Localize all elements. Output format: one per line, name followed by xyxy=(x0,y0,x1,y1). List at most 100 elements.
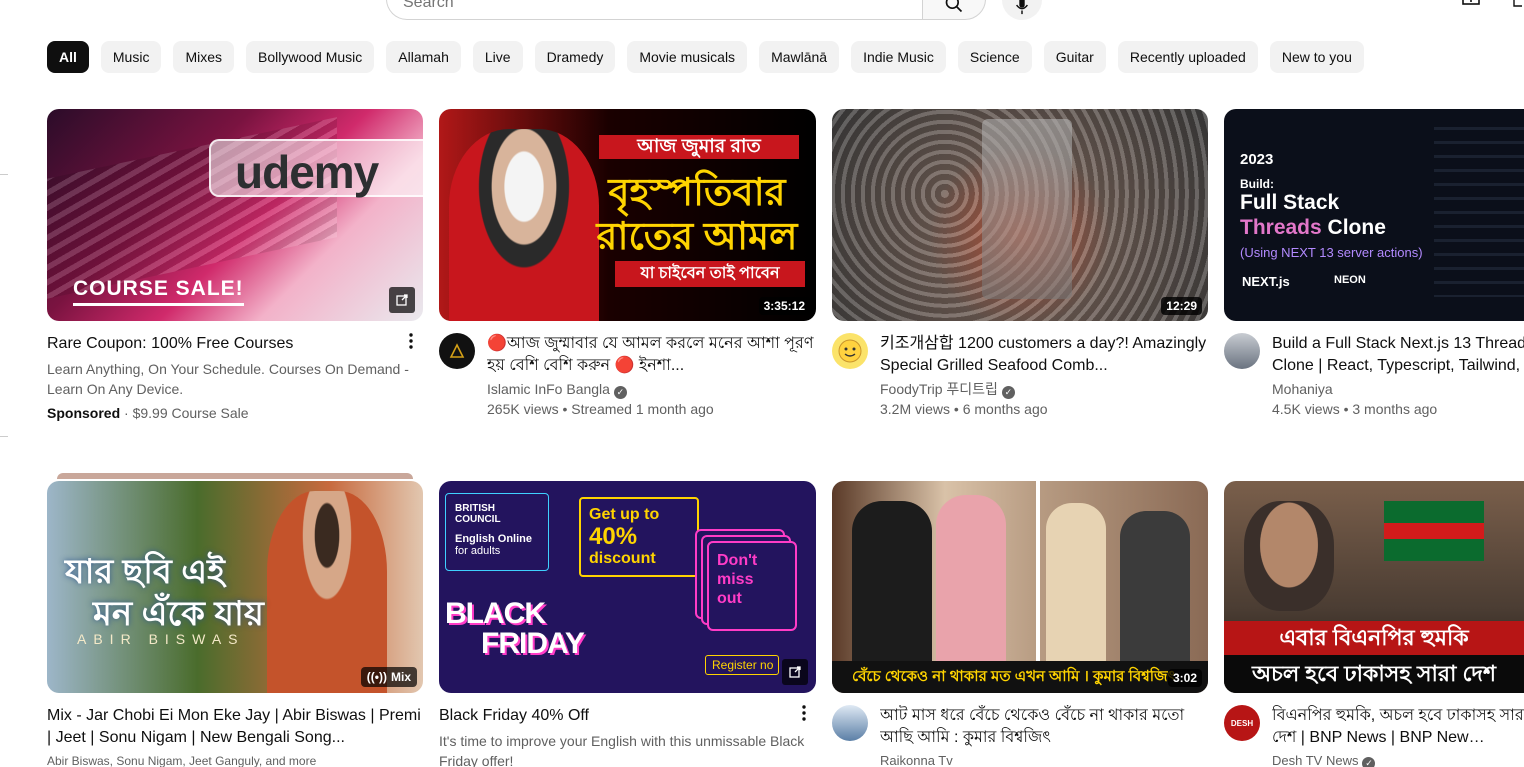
thumb-caption: আজ জুমার রাত xyxy=(599,135,799,159)
thumb-headline: অচল হবে ঢাকাসহ সারা দেশ xyxy=(1224,655,1524,693)
video-grid: udemy COURSE SALE! Rare Coupon: 100% Fre… xyxy=(47,109,1524,767)
channel-avatar[interactable]: DESH xyxy=(1224,705,1260,741)
video-thumbnail[interactable]: 12:29 xyxy=(832,109,1208,321)
chip-music[interactable]: Music xyxy=(100,41,162,73)
chip-all[interactable]: All xyxy=(47,41,89,73)
channel-avatar[interactable] xyxy=(1224,333,1260,369)
udemy-logo: udemy xyxy=(235,146,379,198)
video-thumbnail[interactable]: বেঁচে থেকেও না থাকার মত এখন আমি । কুমার … xyxy=(832,481,1208,693)
search-button[interactable] xyxy=(922,0,986,20)
channel-name[interactable]: Islamic InFo Bangla ✓ xyxy=(487,379,816,399)
channel-avatar[interactable] xyxy=(832,333,868,369)
verified-icon: ✓ xyxy=(613,386,627,399)
channel-name[interactable]: Raikonna Tv xyxy=(880,751,1208,767)
ad-thumbnail[interactable]: BRITISH COUNCIL English Online for adult… xyxy=(439,481,816,693)
black-friday-line: BLACK xyxy=(445,597,546,630)
chip-guitar[interactable]: Guitar xyxy=(1043,41,1106,73)
chip-movie-musicals[interactable]: Movie musicals xyxy=(627,41,748,73)
thumb-build: Build: xyxy=(1240,177,1274,191)
video-title[interactable]: আট মাস ধরে বেঁচে থেকেও বেঁচে না থাকার মত… xyxy=(880,705,1208,749)
singer-image xyxy=(267,491,387,693)
search-input[interactable] xyxy=(387,0,922,19)
notifications-icon[interactable] xyxy=(1512,0,1524,10)
thumb-headline: এবার বিএনপির হুমকি xyxy=(1224,621,1524,655)
video-duration: 3:02 xyxy=(1167,669,1202,687)
video-stats: 3.2M views • 6 months ago xyxy=(880,401,1048,417)
discount-line: Get up to xyxy=(589,506,660,523)
video-title[interactable]: 🔴আজ জুম্মাবার যে আমল করলে মনের আশা পূরণ … xyxy=(487,333,816,377)
video-title[interactable]: বিএনপির হুমকি, অচল হবে ঢাকাসহ সারা দেশ |… xyxy=(1272,705,1524,749)
sidebar-edge xyxy=(0,174,8,175)
ad-thumbnail[interactable]: udemy COURSE SALE! xyxy=(47,109,423,321)
course-sale-banner: COURSE SALE! xyxy=(73,277,244,306)
video-duration: 12:29 xyxy=(1161,297,1202,315)
channel-name[interactable]: Desh TV News ✓ xyxy=(1272,751,1524,767)
more-options-button[interactable] xyxy=(792,705,816,729)
video-title[interactable]: Build a Full Stack Next.js 13 Threads Cl… xyxy=(1272,333,1524,377)
ad-description: It's time to improve your English with t… xyxy=(439,733,805,767)
channel-name-text: Desh TV News xyxy=(1272,753,1359,767)
chip-live[interactable]: Live xyxy=(472,41,523,73)
artist-name-art: ABIR BISWAS xyxy=(77,631,245,647)
person-image xyxy=(1120,511,1190,661)
external-link-icon[interactable] xyxy=(389,287,415,313)
subtitle-line: for adults xyxy=(455,545,501,557)
more-vert-icon xyxy=(802,705,806,721)
voice-search-button[interactable] xyxy=(1002,0,1042,20)
thumb-headline-line: রাতের আমল xyxy=(596,216,798,258)
thumb-headline-line: বৃহস্পতিবার xyxy=(608,172,786,214)
chip-bollywood-music[interactable]: Bollywood Music xyxy=(246,41,375,73)
verified-icon: ✓ xyxy=(1001,386,1015,399)
channel-avatar[interactable] xyxy=(439,333,475,369)
video-title[interactable]: Rare Coupon: 100% Free Courses xyxy=(47,333,423,355)
video-title[interactable]: Mix - Jar Chobi Ei Mon Eke Jay | Abir Bi… xyxy=(47,705,423,749)
chip-recently-uploaded[interactable]: Recently uploaded xyxy=(1117,41,1258,73)
video-title[interactable]: Black Friday 40% Off xyxy=(439,705,816,727)
verified-icon: ✓ xyxy=(1362,757,1376,767)
subtitle-line: English Online xyxy=(455,533,533,545)
person-image xyxy=(1244,501,1334,611)
thumb-line: Full Stack xyxy=(1240,191,1340,214)
video-thumbnail[interactable]: আজ জুমার রাত বৃহস্পতিবার রাতের আমল যা চা… xyxy=(439,109,816,321)
mix-badge: ((•)) Mix xyxy=(360,667,417,687)
chip-mixes[interactable]: Mixes xyxy=(173,41,235,73)
chip-indie-music[interactable]: Indie Music xyxy=(851,41,946,73)
video-card: এবার বিএনপির হুমকি অচল হবে ঢাকাসহ সারা দ… xyxy=(1224,481,1524,767)
sponsored-line: Sponsored · $9.99 Course Sale xyxy=(47,405,423,421)
dont-miss-line: miss xyxy=(717,571,754,588)
chip-mawlana[interactable]: Mawlānā xyxy=(759,41,840,73)
thumb-headline: বৃহস্পতিবার রাতের আমল xyxy=(579,171,815,259)
discount-text: Get up to 40% discount xyxy=(589,505,659,569)
person-image xyxy=(936,495,1006,661)
search-icon xyxy=(945,0,963,13)
chip-dramedy[interactable]: Dramedy xyxy=(534,41,616,73)
chip-new-to-you[interactable]: New to you xyxy=(1269,41,1364,73)
external-link-icon[interactable] xyxy=(782,659,808,685)
search-field[interactable] xyxy=(386,0,922,20)
sidebar-edge xyxy=(0,436,8,437)
chip-allamah[interactable]: Allamah xyxy=(386,41,461,73)
mix-label: Mix xyxy=(390,670,411,684)
create-video-icon[interactable] xyxy=(1462,0,1484,8)
video-thumbnail[interactable]: যার ছবি এই মন এঁকে যায় ABIR BISWAS ((•)… xyxy=(47,481,423,693)
mix-card: যার ছবি এই মন এঁকে যায় ABIR BISWAS ((•)… xyxy=(47,473,423,767)
chip-science[interactable]: Science xyxy=(957,41,1032,73)
channel-name[interactable]: Mohaniya xyxy=(1272,379,1524,399)
discount-line: discount xyxy=(589,550,656,567)
channel-name[interactable]: FoodyTrip 푸디트립 ✓ xyxy=(880,379,1208,399)
video-title[interactable]: 키조개삼합 1200 customers a day?! Amazingly S… xyxy=(880,333,1208,377)
channel-avatar[interactable] xyxy=(832,705,868,741)
logo-line: COUNCIL xyxy=(455,514,501,525)
dont-miss-line: out xyxy=(717,590,742,607)
video-thumbnail[interactable]: 2023 Build: Full Stack Threads Clone (Us… xyxy=(1224,109,1524,321)
more-options-button[interactable] xyxy=(399,333,423,357)
british-council-logo: BRITISH COUNCIL xyxy=(455,503,501,525)
register-now-button[interactable]: Register no xyxy=(705,655,779,675)
mix-radio-icon: ((•)) xyxy=(366,670,387,684)
video-thumbnail[interactable]: এবার বিএনপির হুমকি অচল হবে ঢাকাসহ সারা দ… xyxy=(1224,481,1524,693)
person-image xyxy=(1046,503,1106,661)
microphone-icon xyxy=(1016,0,1028,15)
channel-list: Abir Biswas, Sonu Nigam, Jeet Ganguly, a… xyxy=(47,754,317,767)
code-preview xyxy=(1434,127,1524,297)
nextjs-logo: NEXT.js xyxy=(1242,274,1290,289)
